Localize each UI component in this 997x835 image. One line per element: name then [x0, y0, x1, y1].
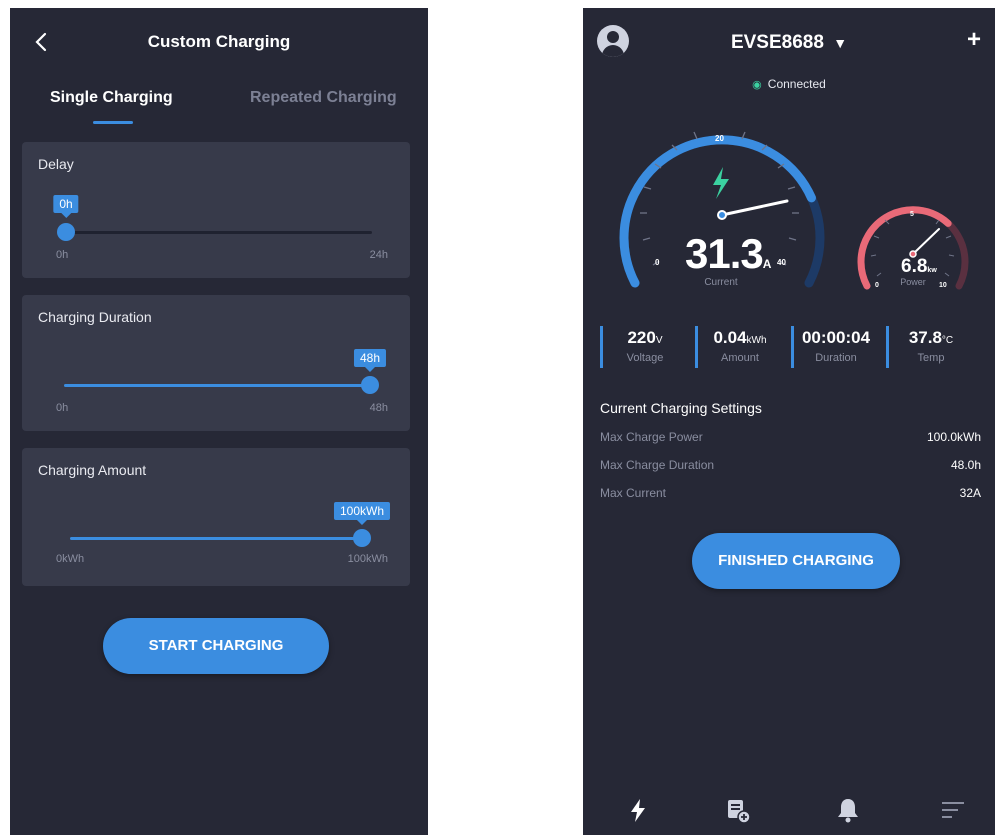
power-label: Power	[900, 277, 926, 287]
page-title: Custom Charging	[147, 32, 291, 51]
duration-max-label: 48h	[369, 402, 388, 414]
voltage-label: Voltage	[626, 352, 664, 364]
custom-charging-screen: Custom Charging Single Charging Repeated…	[10, 8, 428, 835]
duration-value-tooltip: 48h	[353, 349, 387, 372]
current-tick-mid: 20	[715, 134, 724, 143]
power-tick-max: 10	[939, 282, 947, 289]
setting-value: 32A	[959, 486, 981, 500]
duration-slider-track[interactable]	[64, 384, 370, 387]
charging-duration-label: Charging Duration	[38, 309, 152, 325]
duration-slider-thumb[interactable]	[361, 376, 379, 394]
setting-key: Max Current	[600, 486, 667, 500]
power-needle	[912, 228, 940, 255]
lightning-icon[interactable]	[623, 795, 653, 825]
temp-value: 37.8	[908, 328, 942, 347]
document-add-icon[interactable]	[723, 795, 753, 825]
stat-voltage: 220V Voltage	[600, 326, 690, 368]
charging-duration-card: Charging Duration 48h 0h 48h	[22, 295, 410, 431]
connection-status: ◉ Connected	[583, 77, 995, 91]
current-tick-min: 0	[655, 258, 660, 267]
voltage-value: 220	[627, 328, 656, 347]
tab-single-charging[interactable]: Single Charging	[50, 89, 173, 107]
amount-label: Amount	[721, 352, 759, 364]
stat-duration: 00:00:04 Duration	[791, 326, 881, 368]
delay-min-label: 0h	[56, 249, 69, 261]
temp-label: Temp	[917, 352, 945, 364]
amount-unit: kWh	[746, 335, 767, 346]
duration-min-label: 0h	[56, 402, 69, 414]
setting-value: 100.0kWh	[926, 430, 981, 444]
setting-key: Max Charge Duration	[600, 458, 715, 472]
charging-status-screen: EVSE8688 ▼ + ◉ Connected 0 20 40 31.3A Cu…	[583, 8, 995, 835]
power-number: 6.8	[901, 256, 928, 277]
device-selector[interactable]: EVSE8688 ▼	[583, 32, 995, 54]
charging-amount-label: Charging Amount	[38, 462, 147, 478]
power-tick-mid: 5	[910, 211, 914, 218]
amount-min-label: 0kWh	[56, 553, 85, 565]
voltage-unit: V	[655, 335, 663, 346]
current-label: Current	[704, 277, 738, 288]
settings-title: Current Charging Settings	[600, 400, 762, 416]
duration-label: Duration	[815, 352, 857, 364]
menu-icon[interactable]	[938, 795, 968, 825]
connection-status-text: Connected	[767, 77, 826, 91]
delay-label: Delay	[38, 156, 74, 172]
bell-icon[interactable]	[833, 795, 863, 825]
setting-key: Max Charge Power	[600, 430, 703, 444]
plus-icon[interactable]: +	[967, 26, 981, 54]
caret-down-icon: ▼	[833, 35, 848, 51]
power-unit: kw	[927, 267, 937, 274]
current-needle	[720, 199, 789, 217]
power-value: 6.8kw	[901, 256, 937, 278]
current-tick-max: 40	[777, 258, 786, 267]
bottom-nav	[583, 787, 995, 835]
amount-max-label: 100kWh	[347, 553, 388, 565]
delay-slider-track[interactable]	[66, 231, 372, 234]
delay-max-label: 24h	[369, 249, 388, 261]
current-number: 31.3	[685, 230, 764, 277]
temp-unit: °C	[941, 335, 954, 346]
start-charging-button[interactable]: START CHARGING	[103, 618, 329, 674]
charging-amount-card: Charging Amount 100kWh 0kWh 100kWh	[22, 448, 410, 586]
tab-repeated-charging[interactable]: Repeated Charging	[250, 89, 397, 107]
device-name: EVSE8688	[730, 32, 824, 53]
stat-temp: 37.8°C Temp	[886, 326, 976, 368]
setting-value: 48.0h	[950, 458, 981, 472]
amount-value-tooltip: 100kWh	[333, 502, 391, 525]
delay-value-tooltip: 0h	[53, 195, 79, 218]
delay-slider-thumb[interactable]	[57, 223, 75, 241]
amount-slider-track[interactable]	[70, 537, 362, 540]
wifi-icon: ◉	[752, 79, 762, 91]
stat-amount: 0.04kWh Amount	[695, 326, 785, 368]
power-tick-min: 0	[875, 282, 879, 289]
finished-charging-button[interactable]: FINISHED CHARGING	[692, 533, 900, 589]
active-tab-indicator	[93, 121, 133, 124]
current-unit: A	[762, 257, 772, 271]
delay-card: Delay 0h 0h 24h	[22, 142, 410, 278]
current-value: 31.3A	[685, 230, 772, 278]
amount-value: 0.04	[713, 328, 747, 347]
lightning-icon	[713, 167, 729, 199]
duration-value: 00:00:04	[801, 328, 871, 347]
amount-slider-thumb[interactable]	[353, 529, 371, 547]
